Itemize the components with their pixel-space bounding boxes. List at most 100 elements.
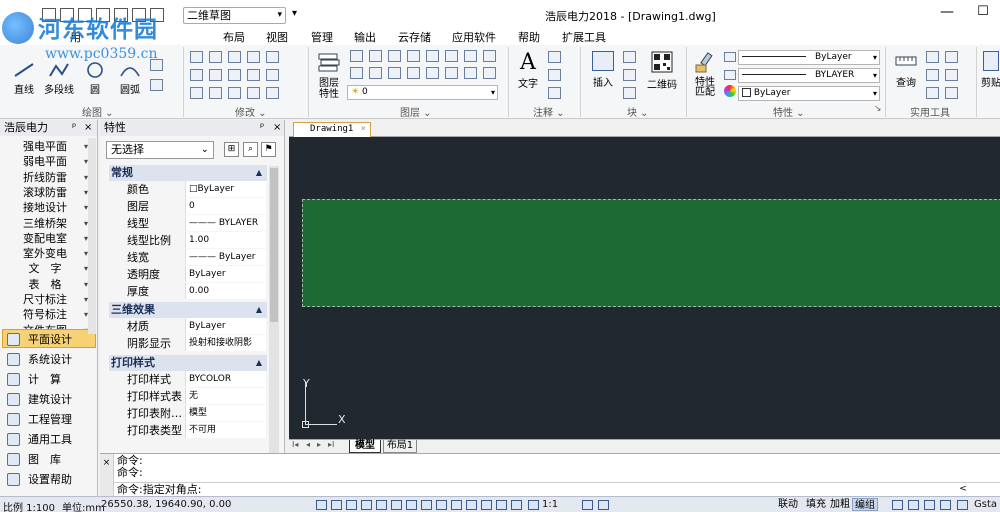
- menu-item-view[interactable]: 视图: [266, 29, 288, 45]
- color-combo[interactable]: ByLayer ▾: [738, 86, 880, 101]
- point-icon[interactable]: [926, 87, 939, 99]
- tab-model[interactable]: 模型: [349, 440, 381, 453]
- layer-unisolate-icon[interactable]: [350, 67, 363, 79]
- select-icon[interactable]: [945, 51, 958, 63]
- category-scrollbar[interactable]: [88, 138, 96, 334]
- section-header[interactable]: 常规 ▲: [109, 165, 267, 181]
- layer-freeze-icon[interactable]: [407, 50, 420, 62]
- maximize-button[interactable]: ☐: [972, 4, 994, 24]
- layer-properties-button[interactable]: 图层 特性: [314, 51, 344, 100]
- property-value[interactable]: ——— BYLAYER: [185, 215, 266, 231]
- layer-delete-icon[interactable]: [445, 67, 458, 79]
- module-item[interactable]: 工程管理: [2, 409, 96, 428]
- tab-layout1[interactable]: 布局1: [383, 440, 417, 453]
- properties-group-title[interactable]: 特性 ⌄: [773, 104, 805, 119]
- category-item[interactable]: 尺寸标注 ▾: [2, 292, 96, 307]
- text-button[interactable]: A 文字: [512, 51, 544, 91]
- selection-combo[interactable]: 无选择 ⌄: [106, 141, 214, 159]
- layer-isolate-icon[interactable]: [369, 50, 382, 62]
- close-icon[interactable]: ×: [273, 120, 281, 136]
- scrollbar-thumb[interactable]: [270, 168, 278, 322]
- module-item[interactable]: 图 库: [2, 449, 96, 468]
- block-group-title[interactable]: 块 ⌄: [627, 104, 649, 119]
- fillet-icon[interactable]: [247, 69, 260, 81]
- property-row[interactable]: 打印表类型 不可用: [109, 422, 267, 439]
- annotation-group-title[interactable]: 注释 ⌄: [533, 104, 565, 119]
- category-item[interactable]: 变配电室 ▾: [2, 231, 96, 246]
- selection-cycle-icon[interactable]: [481, 500, 492, 510]
- launcher-icon[interactable]: ↘: [874, 104, 882, 114]
- lock-icon[interactable]: [908, 500, 919, 510]
- snap-icon[interactable]: [316, 500, 327, 510]
- copy-icon[interactable]: [209, 51, 222, 63]
- join-icon[interactable]: [266, 87, 279, 99]
- layer-merge-icon[interactable]: [426, 67, 439, 79]
- circle-button[interactable]: 圆: [84, 62, 106, 96]
- property-value[interactable]: 模型: [185, 405, 266, 421]
- status-toggle-button[interactable]: 编组: [852, 498, 878, 511]
- status-toggle-button[interactable]: 联动: [776, 498, 800, 511]
- close-icon[interactable]: ×: [84, 120, 92, 136]
- first-layout-icon[interactable]: I◂: [292, 440, 298, 449]
- layer-walk-icon[interactable]: [483, 50, 496, 62]
- drawing-canvas[interactable]: Y X: [289, 137, 1000, 439]
- osnap-icon[interactable]: [376, 500, 387, 510]
- annotation-visibility-icon[interactable]: [582, 500, 593, 510]
- scroll-left-icon[interactable]: <: [956, 483, 970, 496]
- menu-item-manage[interactable]: 管理: [311, 29, 333, 45]
- linetype-combo[interactable]: ByLayer ▾: [738, 50, 880, 65]
- trim-icon[interactable]: [209, 69, 222, 81]
- property-row[interactable]: 阴影显示 投射和接收阴影: [109, 335, 267, 352]
- category-item[interactable]: 折线防雷 ▾: [2, 170, 96, 185]
- create-block-icon[interactable]: [623, 51, 636, 63]
- utilities-group-title[interactable]: 实用工具: [910, 104, 950, 119]
- prev-layout-icon[interactable]: ◂: [306, 440, 310, 449]
- hatch-icon[interactable]: [150, 79, 163, 91]
- property-value[interactable]: 1.00: [185, 232, 266, 248]
- menu-item-help[interactable]: 帮助: [518, 29, 540, 45]
- layer-unlock-icon[interactable]: [407, 67, 420, 79]
- pin-icon[interactable]: ᵖ: [260, 120, 264, 136]
- layer-match-icon[interactable]: [445, 50, 458, 62]
- selected-rectangle[interactable]: [302, 199, 1000, 307]
- module-item[interactable]: 通用工具: [2, 429, 96, 448]
- extend-icon[interactable]: [228, 69, 241, 81]
- mirror-icon[interactable]: [247, 51, 260, 63]
- menu-item-cloud[interactable]: 云存储: [398, 29, 431, 45]
- collapse-icon[interactable]: ▲: [256, 165, 262, 181]
- line-button[interactable]: 直线: [10, 62, 38, 96]
- auto-scale-icon[interactable]: [598, 500, 609, 510]
- category-item[interactable]: 滚球防雷 ▾: [2, 185, 96, 200]
- scale-readout[interactable]: 比例 1:100: [3, 499, 55, 512]
- document-tab[interactable]: Drawing1 ×: [293, 122, 371, 137]
- layer-on-icon[interactable]: [369, 67, 382, 79]
- section-header[interactable]: 三维效果 ▲: [109, 302, 267, 318]
- category-item[interactable]: 接地设计 ▾: [2, 200, 96, 215]
- polyline-button[interactable]: 多段线: [42, 62, 76, 96]
- match-properties-button[interactable]: 特性 匹配: [690, 51, 720, 98]
- fullscreen-icon[interactable]: [957, 500, 968, 510]
- move-icon[interactable]: [190, 51, 203, 63]
- rotate-icon[interactable]: [190, 87, 203, 99]
- section-header[interactable]: 打印样式 ▲: [109, 355, 267, 371]
- lineweight-toggle-icon[interactable]: [436, 500, 447, 510]
- qrcode-button[interactable]: 二维码: [644, 51, 680, 91]
- quick-props-icon[interactable]: [466, 500, 477, 510]
- lineweight-combo[interactable]: BYLAYER ▾: [738, 68, 880, 83]
- property-row[interactable]: 打印表附… 模型: [109, 405, 267, 422]
- pin-icon[interactable]: ᵖ: [72, 120, 76, 136]
- dyn-icon[interactable]: [421, 500, 432, 510]
- toggle-pickadd-icon[interactable]: ⊞: [224, 142, 239, 157]
- property-row[interactable]: 颜色 □ByLayer: [109, 181, 267, 198]
- property-row[interactable]: 厚度 0.00: [109, 283, 267, 300]
- modify-group-title[interactable]: 修改 ⌄: [235, 104, 267, 119]
- menu-item-layout[interactable]: 布局: [223, 29, 245, 45]
- color-wheel-icon[interactable]: [724, 85, 736, 97]
- pan-icon[interactable]: [511, 500, 522, 510]
- transparency-icon[interactable]: [451, 500, 462, 510]
- close-icon[interactable]: ×: [361, 123, 366, 136]
- property-value[interactable]: 0: [185, 198, 266, 214]
- arc-button[interactable]: 圆弧: [116, 62, 144, 96]
- status-toggle-button[interactable]: 填充: [804, 498, 828, 511]
- layer-combo[interactable]: ☀ 0 ▾: [347, 85, 498, 100]
